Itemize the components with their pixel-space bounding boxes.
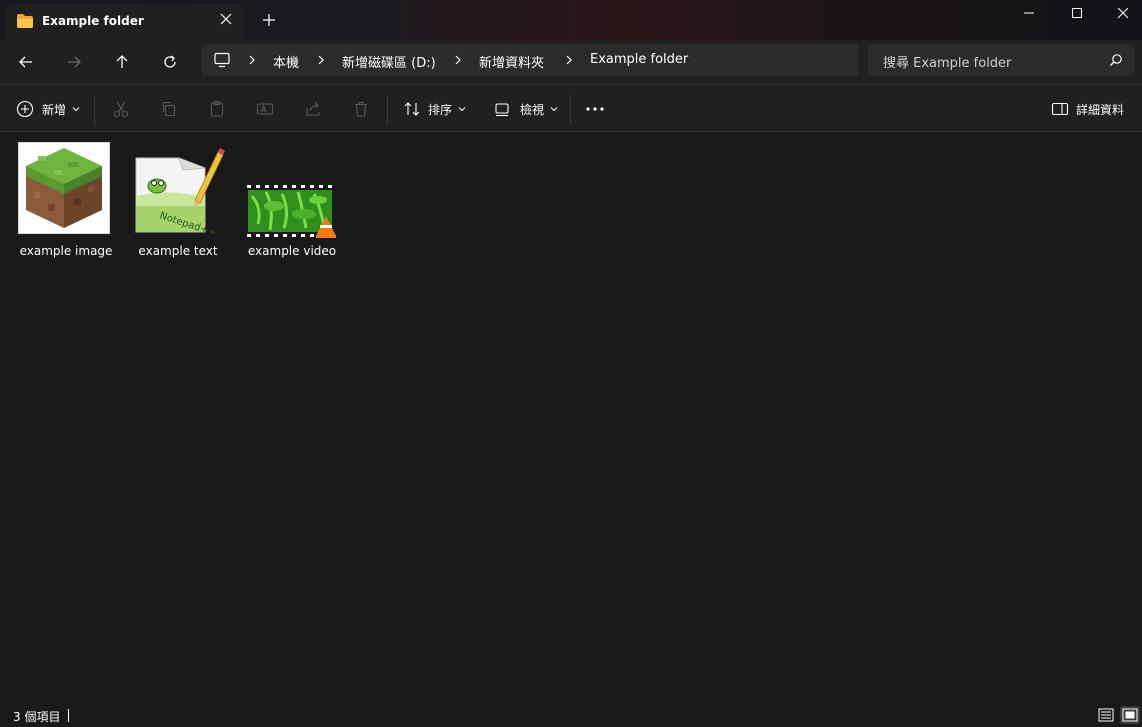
command-bar: 新增 排序 檢視 詳細資料 xyxy=(0,84,1142,132)
refresh-button[interactable] xyxy=(158,50,182,74)
this-pc-icon[interactable] xyxy=(213,52,231,68)
details-pane-button[interactable]: 詳細資料 xyxy=(1051,97,1124,121)
rename-icon[interactable] xyxy=(256,100,274,118)
file-item-example-image[interactable]: example image xyxy=(13,140,119,258)
notepadpp-file-icon: Notepad++ xyxy=(135,148,225,234)
copy-icon[interactable] xyxy=(160,100,178,118)
details-label: 詳細資料 xyxy=(1076,102,1125,117)
new-label: 新增 xyxy=(42,102,67,117)
search-icon[interactable] xyxy=(1109,53,1123,67)
up-button[interactable] xyxy=(110,50,134,74)
paste-icon[interactable] xyxy=(208,100,226,118)
share-icon[interactable] xyxy=(304,100,322,118)
sort-label: 排序 xyxy=(428,102,453,117)
maximize-button[interactable] xyxy=(1054,0,1100,26)
new-tab-icon[interactable] xyxy=(260,11,278,29)
vlc-video-file-icon xyxy=(244,184,336,238)
delete-icon[interactable] xyxy=(352,100,370,118)
file-list: example image Notepad++ example text exa… xyxy=(0,132,1142,703)
refresh-icon xyxy=(164,55,176,68)
close-window-button[interactable] xyxy=(1100,0,1142,26)
chevron-right-icon[interactable] xyxy=(452,53,464,67)
minimize-icon xyxy=(1024,12,1034,14)
title-bar: Example folder xyxy=(0,0,1142,40)
status-bar: 3 個項目 xyxy=(0,703,1142,727)
breadcrumb-example-folder[interactable]: Example folder xyxy=(590,52,688,67)
file-name: example text xyxy=(138,244,218,258)
search-input[interactable]: 搜尋 Example folder xyxy=(883,52,1011,71)
view-button[interactable]: 檢視 xyxy=(493,97,559,121)
more-icon xyxy=(586,107,604,111)
arrow-up-icon xyxy=(116,55,128,68)
arrow-left-icon xyxy=(19,56,32,68)
cut-icon[interactable] xyxy=(112,100,130,118)
close-tab-icon[interactable] xyxy=(218,11,234,27)
breadcrumb-drive-d[interactable]: 新增磁碟區 (D:) xyxy=(342,52,436,71)
search-box[interactable]: 搜尋 Example folder xyxy=(868,44,1135,76)
breadcrumb-new-folder[interactable]: 新增資料夾 xyxy=(479,52,544,71)
details-pane-icon xyxy=(1051,102,1069,116)
folder-icon xyxy=(17,14,33,28)
file-name: example video xyxy=(247,244,337,258)
minimize-button[interactable] xyxy=(1006,0,1052,26)
address-bar[interactable]: 本機 新增磁碟區 (D:) 新增資料夾 Example folder xyxy=(201,44,859,76)
large-icons-view-icon xyxy=(1122,708,1138,722)
maximize-icon xyxy=(1072,8,1082,18)
toolbar-divider xyxy=(94,95,95,125)
image-file-icon xyxy=(18,142,110,234)
toolbar-divider xyxy=(387,95,388,125)
sort-button[interactable]: 排序 xyxy=(403,97,467,121)
chevron-down-icon xyxy=(550,107,558,112)
tab-example-folder[interactable]: Example folder xyxy=(6,4,244,40)
view-label: 檢視 xyxy=(520,102,545,117)
navigation-bar: 本機 新增磁碟區 (D:) 新增資料夾 Example folder 搜尋 Ex… xyxy=(0,40,1142,84)
new-button[interactable]: 新增 xyxy=(16,97,81,121)
item-count: 3 個項目 xyxy=(13,710,61,724)
view-icon xyxy=(495,103,509,117)
sort-icon xyxy=(404,102,420,116)
more-options-button[interactable] xyxy=(585,97,605,121)
plus-circle-icon xyxy=(16,100,34,118)
close-icon xyxy=(1117,7,1129,19)
file-item-example-video[interactable]: example video xyxy=(239,140,345,258)
back-button[interactable] xyxy=(14,50,38,74)
details-view-icon xyxy=(1098,708,1114,722)
chevron-right-icon[interactable] xyxy=(246,53,258,67)
details-view-button[interactable] xyxy=(1096,706,1116,724)
chevron-right-icon[interactable] xyxy=(563,53,575,67)
file-name: example image xyxy=(19,244,113,258)
file-item-example-text[interactable]: Notepad++ example text xyxy=(125,140,231,258)
status-separator xyxy=(68,709,69,722)
toolbar-divider xyxy=(570,95,571,125)
large-icons-view-button[interactable] xyxy=(1120,706,1140,724)
breadcrumb-this-pc[interactable]: 本機 xyxy=(273,52,299,71)
chevron-down-icon xyxy=(72,107,80,112)
forward-button[interactable] xyxy=(62,50,86,74)
arrow-right-icon xyxy=(68,56,81,68)
tab-title: Example folder xyxy=(42,14,144,28)
chevron-right-icon[interactable] xyxy=(315,53,327,67)
chevron-down-icon xyxy=(458,107,466,112)
